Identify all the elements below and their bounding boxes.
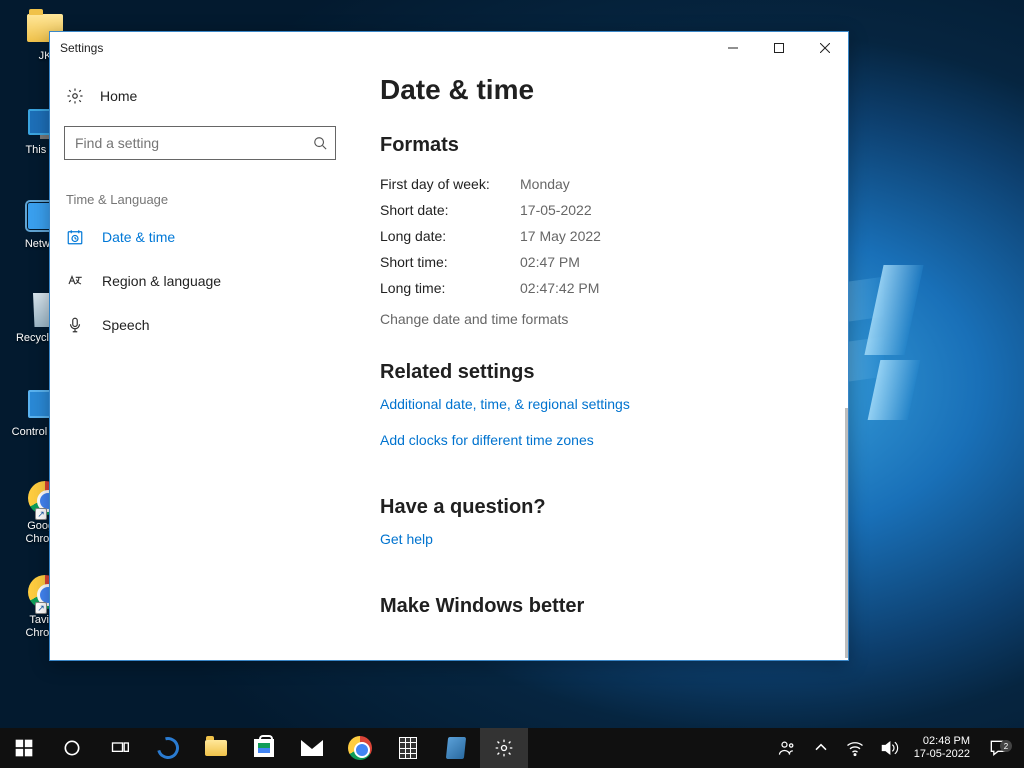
action-center-button[interactable]: 2 bbox=[978, 738, 1018, 758]
taskbar-calculator[interactable] bbox=[384, 728, 432, 768]
calculator-icon bbox=[399, 737, 417, 759]
nav-label: Speech bbox=[102, 317, 149, 333]
mail-icon bbox=[301, 740, 323, 756]
taskbar-chrome[interactable] bbox=[336, 728, 384, 768]
microphone-icon bbox=[66, 316, 84, 334]
tray-overflow[interactable] bbox=[804, 738, 838, 758]
get-help-link[interactable]: Get help bbox=[380, 531, 433, 547]
taskbar-settings[interactable] bbox=[480, 728, 528, 768]
additional-settings-link[interactable]: Additional date, time, & regional settin… bbox=[380, 396, 630, 412]
search-box[interactable] bbox=[64, 126, 336, 160]
clock-icon bbox=[66, 228, 84, 246]
tray-people[interactable] bbox=[770, 738, 804, 758]
nav-region-language[interactable]: Region & language bbox=[64, 259, 336, 303]
format-row-first-day: First day of week:Monday bbox=[380, 171, 824, 197]
taskbar-store[interactable] bbox=[240, 728, 288, 768]
related-settings-heading: Related settings bbox=[380, 361, 824, 384]
format-row-short-date: Short date:17-05-2022 bbox=[380, 197, 824, 223]
formats-list: First day of week:Monday Short date:17-0… bbox=[380, 171, 824, 301]
format-row-short-time: Short time:02:47 PM bbox=[380, 249, 824, 275]
cortana-button[interactable] bbox=[48, 728, 96, 768]
taskbar-sticky-notes[interactable] bbox=[432, 728, 480, 768]
tray-volume[interactable] bbox=[872, 738, 906, 758]
maximize-button[interactable] bbox=[756, 32, 802, 64]
shortcut-arrow-icon: ↗ bbox=[35, 602, 47, 614]
format-row-long-date: Long date:17 May 2022 bbox=[380, 223, 824, 249]
home-label: Home bbox=[100, 88, 137, 104]
shortcut-arrow-icon: ↗ bbox=[35, 508, 47, 520]
taskbar: 02:48 PM 17-05-2022 2 bbox=[0, 728, 1024, 768]
notification-badge: 2 bbox=[1000, 740, 1012, 752]
question-heading: Have a question? bbox=[380, 496, 824, 519]
taskbar-edge[interactable] bbox=[144, 728, 192, 768]
sidebar: Home Time & Language Date & time Region … bbox=[50, 64, 350, 660]
store-icon bbox=[254, 739, 274, 757]
minimize-button[interactable] bbox=[710, 32, 756, 64]
home-button[interactable]: Home bbox=[64, 74, 336, 118]
note-icon bbox=[446, 737, 466, 759]
feedback-heading: Make Windows better bbox=[380, 595, 824, 618]
close-button[interactable] bbox=[802, 32, 848, 64]
taskbar-file-explorer[interactable] bbox=[192, 728, 240, 768]
edge-icon bbox=[153, 733, 183, 763]
category-label: Time & Language bbox=[64, 192, 336, 207]
task-view-button[interactable] bbox=[96, 728, 144, 768]
tray-network[interactable] bbox=[838, 738, 872, 758]
nav-date-time[interactable]: Date & time bbox=[64, 215, 336, 259]
main-content: Date & time Formats First day of week:Mo… bbox=[350, 64, 848, 660]
change-formats-link[interactable]: Change date and time formats bbox=[380, 311, 568, 327]
start-button[interactable] bbox=[0, 728, 48, 768]
scrollbar[interactable] bbox=[845, 408, 848, 658]
nav-speech[interactable]: Speech bbox=[64, 303, 336, 347]
gear-icon bbox=[66, 87, 84, 105]
nav-label: Date & time bbox=[102, 229, 175, 245]
search-input[interactable] bbox=[75, 135, 313, 151]
format-row-long-time: Long time:02:47:42 PM bbox=[380, 275, 824, 301]
gear-icon bbox=[494, 738, 514, 758]
clock-date: 17-05-2022 bbox=[914, 748, 970, 761]
window-title: Settings bbox=[60, 41, 103, 55]
settings-window: Settings Home Time & Language Date & tim… bbox=[49, 31, 849, 661]
clock-time: 02:48 PM bbox=[914, 735, 970, 748]
add-clocks-link[interactable]: Add clocks for different time zones bbox=[380, 432, 594, 448]
language-icon bbox=[66, 272, 84, 290]
page-title: Date & time bbox=[380, 74, 824, 106]
folder-icon bbox=[205, 740, 227, 756]
search-icon bbox=[313, 136, 327, 150]
nav-label: Region & language bbox=[102, 273, 221, 289]
system-tray: 02:48 PM 17-05-2022 2 bbox=[770, 728, 1024, 768]
taskbar-clock[interactable]: 02:48 PM 17-05-2022 bbox=[906, 735, 978, 761]
titlebar[interactable]: Settings bbox=[50, 32, 848, 64]
taskbar-mail[interactable] bbox=[288, 728, 336, 768]
formats-heading: Formats bbox=[380, 134, 824, 157]
chrome-icon bbox=[348, 736, 372, 760]
